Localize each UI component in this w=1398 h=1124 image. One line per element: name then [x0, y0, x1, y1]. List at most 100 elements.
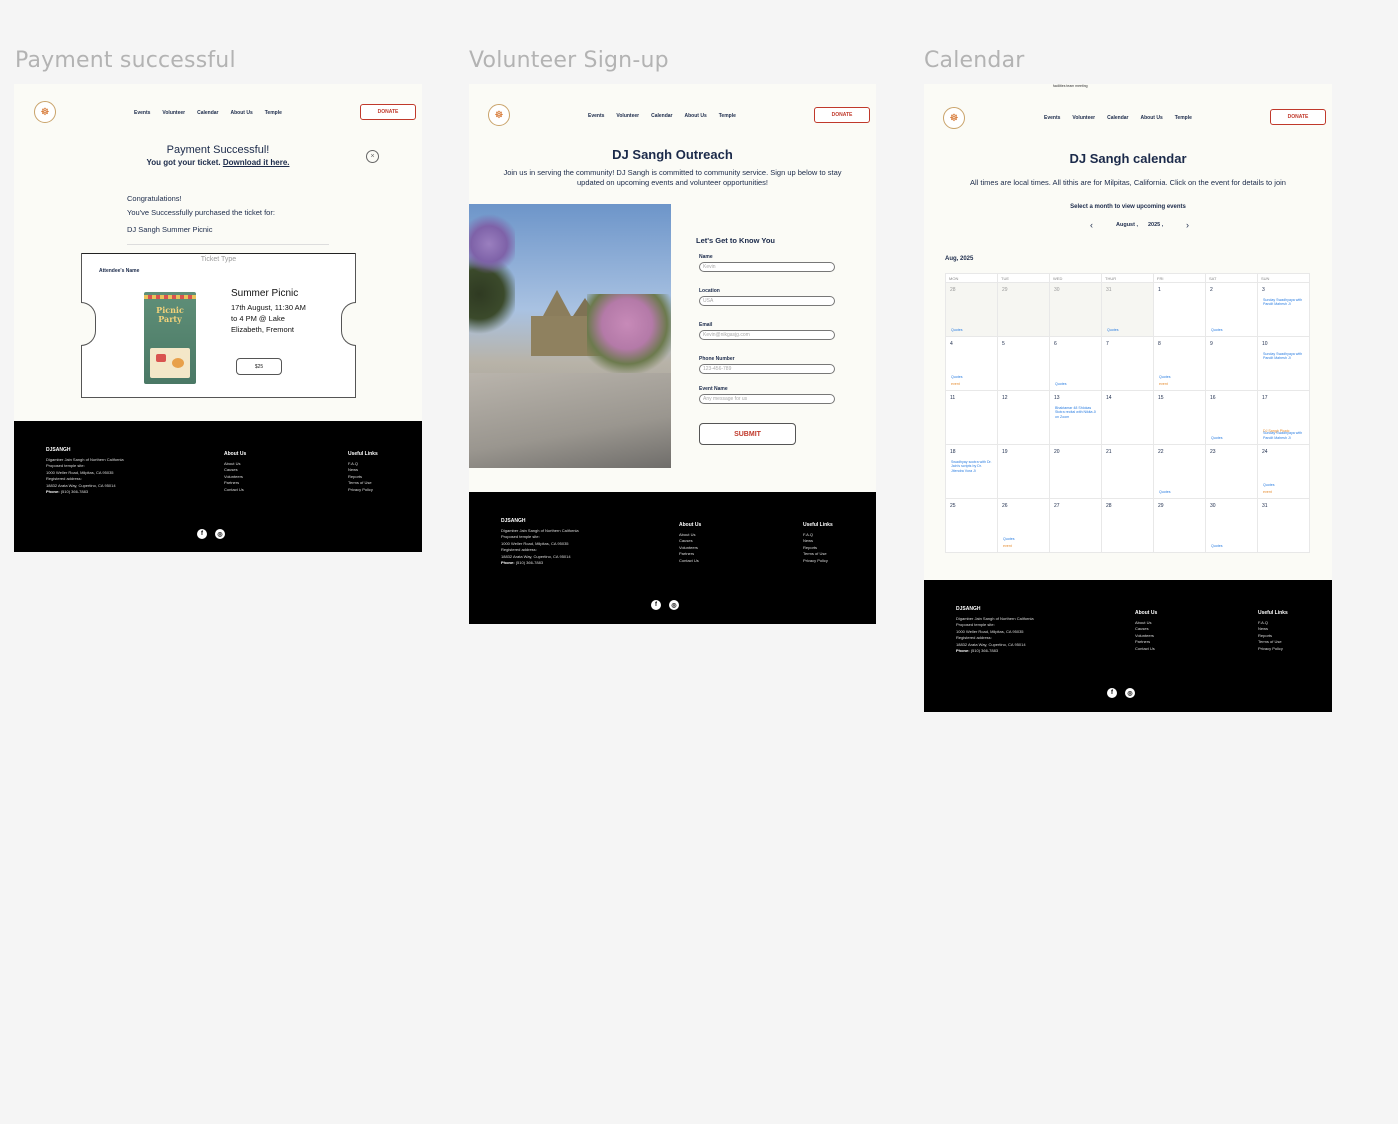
nav-temple[interactable]: Temple: [719, 113, 736, 119]
calendar-day-cell[interactable]: 30 Quotes: [1206, 499, 1258, 553]
calendar-day-cell[interactable]: 4 Quotes event: [946, 337, 998, 391]
instagram-icon[interactable]: ◎: [1125, 688, 1135, 698]
calendar-day-cell[interactable]: 29: [998, 283, 1050, 337]
footer-phone[interactable]: (510) 366-7883: [516, 560, 543, 565]
calendar-day-cell[interactable]: 17 DJ Sangh Picnic Sunday Swadhyaya with P…: [1258, 391, 1310, 445]
calendar-event[interactable]: Quotes: [1055, 382, 1099, 386]
calendar-day-cell[interactable]: 31 Quotes: [1102, 283, 1154, 337]
calendar-event[interactable]: Quotes: [1003, 537, 1047, 541]
calendar-day-cell[interactable]: 18 Swadhyay sootra with Dr. Jain's script…: [946, 445, 998, 499]
calendar-event[interactable]: Sunday Swadhyaya with Pandit Mahesh Ji: [1263, 431, 1307, 440]
donate-button[interactable]: DONATE: [360, 104, 416, 120]
calendar-day-cell[interactable]: 6 Quotes: [1050, 337, 1102, 391]
calendar-day-cell[interactable]: 23: [1206, 445, 1258, 499]
logo-icon[interactable]: ☸: [34, 101, 56, 123]
calendar-day-cell[interactable]: 24 Quotes event: [1258, 445, 1310, 499]
calendar-day-cell[interactable]: 1: [1154, 283, 1206, 337]
calendar-day-cell[interactable]: 11: [946, 391, 998, 445]
calendar-day-cell[interactable]: 30: [1050, 283, 1102, 337]
event-name-field[interactable]: Any message for us: [699, 394, 835, 404]
calendar-day-cell[interactable]: 5: [998, 337, 1050, 391]
nav-calendar[interactable]: Calendar: [1107, 115, 1128, 121]
logo-icon[interactable]: ☸: [943, 107, 965, 129]
calendar-day-cell[interactable]: 26 Quotes event: [998, 499, 1050, 553]
calendar-day-cell[interactable]: 7: [1102, 337, 1154, 391]
nav-about[interactable]: About Us: [1141, 115, 1163, 121]
calendar-event[interactable]: Quotes: [1211, 328, 1255, 332]
download-link[interactable]: Download it here.: [223, 158, 290, 167]
calendar-event[interactable]: event: [1003, 544, 1047, 548]
name-field[interactable]: Kevin: [699, 262, 835, 272]
calendar-event[interactable]: event: [1263, 490, 1307, 494]
facebook-icon[interactable]: f: [1107, 688, 1117, 698]
footer-phone[interactable]: (510) 366-7883: [61, 489, 88, 494]
calendar-event[interactable]: Quotes: [1211, 436, 1255, 440]
calendar-event[interactable]: Quotes: [1211, 544, 1255, 548]
nav-calendar[interactable]: Calendar: [651, 113, 672, 119]
footer-phone[interactable]: (510) 366-7883: [971, 648, 998, 653]
nav-volunteer[interactable]: Volunteer: [1072, 115, 1095, 121]
calendar-day-cell[interactable]: 9: [1206, 337, 1258, 391]
nav-temple[interactable]: Temple: [265, 110, 282, 116]
calendar-day-cell[interactable]: 15: [1154, 391, 1206, 445]
facebook-icon[interactable]: f: [651, 600, 661, 610]
calendar-event[interactable]: Sunday Swadhyaya with Pandit Mahesh Ji: [1263, 298, 1307, 307]
chevron-right-icon[interactable]: ›: [1186, 220, 1189, 230]
calendar-day-cell[interactable]: 31: [1258, 499, 1310, 553]
footer-link[interactable]: Privacy Policy: [803, 558, 833, 565]
footer-link[interactable]: Contact Us: [1135, 646, 1157, 653]
phone-field[interactable]: 123-456-789: [699, 364, 835, 374]
calendar-day-cell[interactable]: 12: [998, 391, 1050, 445]
donate-button[interactable]: DONATE: [814, 107, 870, 123]
nav-about[interactable]: About Us: [685, 113, 707, 119]
calendar-event[interactable]: Quotes: [1107, 328, 1151, 332]
calendar-day-cell[interactable]: 20: [1050, 445, 1102, 499]
footer-link[interactable]: Contact Us: [679, 558, 701, 565]
year-select[interactable]: 2025 ,: [1148, 222, 1163, 228]
logo-icon[interactable]: ☸: [488, 104, 510, 126]
nav-about[interactable]: About Us: [231, 110, 253, 116]
calendar-day-cell[interactable]: 8 Quotes event: [1154, 337, 1206, 391]
nav-temple[interactable]: Temple: [1175, 115, 1192, 121]
calendar-day-cell[interactable]: 16 Quotes: [1206, 391, 1258, 445]
calendar-day-cell[interactable]: 28 Quotes: [946, 283, 998, 337]
calendar-day-cell[interactable]: 22 Quotes: [1154, 445, 1206, 499]
calendar-day-cell[interactable]: 14: [1102, 391, 1154, 445]
calendar-event[interactable]: event: [951, 382, 995, 386]
calendar-day-cell[interactable]: 19: [998, 445, 1050, 499]
chevron-left-icon[interactable]: ‹: [1090, 220, 1093, 230]
email-field[interactable]: Kevin@nikgasjg.com: [699, 330, 835, 340]
nav-events[interactable]: Events: [134, 110, 150, 116]
calendar-event[interactable]: Swadhyay sootra with Dr. Jain's scripts …: [951, 460, 995, 473]
nav-events[interactable]: Events: [1044, 115, 1060, 121]
calendar-event[interactable]: Quotes: [1159, 375, 1203, 379]
calendar-day-cell[interactable]: 3 Sunday Swadhyaya with Pandit Mahesh Ji: [1258, 283, 1310, 337]
calendar-event[interactable]: Quotes: [1263, 483, 1307, 487]
footer-link[interactable]: Privacy Policy: [1258, 646, 1288, 653]
calendar-day-cell[interactable]: 10 Sunday Swadhyaya with Pandit Mahesh Ji: [1258, 337, 1310, 391]
calendar-event[interactable]: Quotes: [951, 328, 995, 332]
calendar-day-cell[interactable]: 2 Quotes: [1206, 283, 1258, 337]
calendar-day-cell[interactable]: 13 Bhaktamar 48 Shlokas Stotra recital wi…: [1050, 391, 1102, 445]
month-select[interactable]: August ,: [1116, 222, 1138, 228]
calendar-day-cell[interactable]: 28: [1102, 499, 1154, 553]
calendar-day-cell[interactable]: 29: [1154, 499, 1206, 553]
facebook-icon[interactable]: f: [197, 529, 207, 539]
footer-link[interactable]: Contact Us: [224, 487, 246, 494]
calendar-day-cell[interactable]: 27: [1050, 499, 1102, 553]
calendar-day-cell[interactable]: 21: [1102, 445, 1154, 499]
donate-button[interactable]: DONATE: [1270, 109, 1326, 125]
instagram-icon[interactable]: ◎: [669, 600, 679, 610]
nav-events[interactable]: Events: [588, 113, 604, 119]
calendar-event[interactable]: Sunday Swadhyaya with Pandit Mahesh Ji: [1263, 352, 1307, 361]
nav-volunteer[interactable]: Volunteer: [616, 113, 639, 119]
location-field[interactable]: USA: [699, 296, 835, 306]
calendar-event[interactable]: event: [1159, 382, 1203, 386]
footer-link[interactable]: Privacy Policy: [348, 487, 378, 494]
instagram-icon[interactable]: ◎: [215, 529, 225, 539]
calendar-event[interactable]: Quotes: [1159, 490, 1203, 494]
calendar-event[interactable]: Bhaktamar 48 Shlokas Stotra recital with…: [1055, 406, 1099, 419]
close-icon[interactable]: ×: [366, 150, 379, 163]
submit-button[interactable]: SUBMIT: [699, 423, 796, 445]
nav-volunteer[interactable]: Volunteer: [162, 110, 185, 116]
